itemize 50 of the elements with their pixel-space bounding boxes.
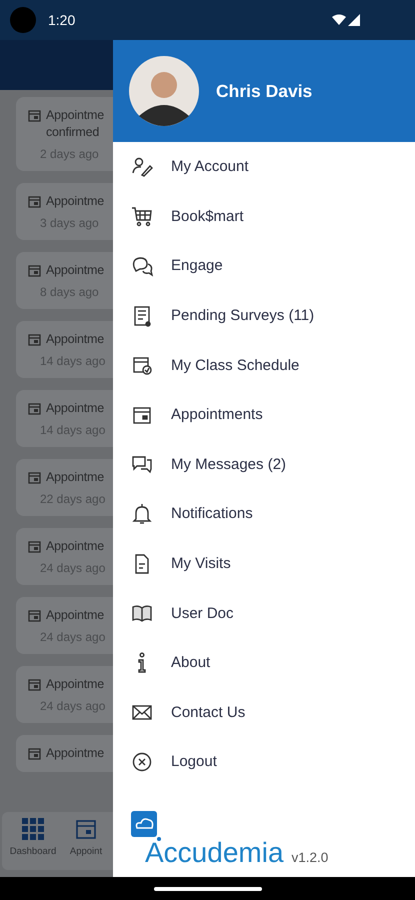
card-title: Appointme <box>46 400 104 417</box>
grid-icon <box>22 818 44 840</box>
menu-item[interactable]: Appointments <box>113 390 415 440</box>
calendar-icon <box>28 609 41 622</box>
menu-item[interactable]: Engage <box>113 241 415 291</box>
calendar-icon <box>28 471 41 484</box>
app-version: v1.2.0 <box>292 850 328 865</box>
menu-item[interactable]: Contact Us <box>113 688 415 738</box>
menu-item[interactable]: Pending Surveys (11) <box>113 290 415 340</box>
menu-item[interactable]: My Class Schedule <box>113 340 415 390</box>
person-pencil-icon <box>131 156 153 178</box>
cart-icon <box>131 205 153 228</box>
card-title: Appointme <box>46 469 104 486</box>
menu-item[interactable]: My Visits <box>113 538 415 588</box>
menu-item[interactable]: Notifications <box>113 489 415 539</box>
card-title: Appointme <box>46 193 104 210</box>
menu-item[interactable]: My Messages (2) <box>113 440 415 490</box>
menu-item[interactable]: Logout <box>113 737 415 787</box>
calendar-icon <box>28 540 41 553</box>
status-time: 1:20 <box>48 12 76 28</box>
calendar-icon <box>28 333 41 346</box>
card-title: Appointme <box>46 107 104 124</box>
bell-icon <box>131 502 153 525</box>
user-name: Chris Davis <box>216 80 312 102</box>
calendar-icon <box>28 747 41 760</box>
close-circle-icon <box>131 750 153 773</box>
home-handle[interactable] <box>154 886 262 890</box>
menu-item[interactable]: About <box>113 638 415 688</box>
card-title: Appointme <box>46 262 104 279</box>
app-logo: Accudemia <box>145 837 284 869</box>
card-title: Appointme <box>46 538 104 555</box>
menu-item[interactable]: Book$mart <box>113 192 415 242</box>
calendar-icon <box>75 818 97 840</box>
card-title: confirmed <box>46 124 100 141</box>
menu-item[interactable]: User Doc <box>113 588 415 638</box>
menu-item[interactable]: My Account <box>113 142 415 192</box>
calendar-icon <box>28 109 41 122</box>
calendar-icon <box>28 264 41 277</box>
card-title: Appointme <box>46 607 104 624</box>
wifi-signal-icon <box>331 13 361 27</box>
avatar <box>129 56 199 126</box>
camera-icon <box>10 7 36 33</box>
card-title: Appointme <box>46 745 104 762</box>
cloud-logo-icon <box>131 811 161 841</box>
card-title: Appointme <box>46 331 104 348</box>
calendar-icon <box>28 195 41 208</box>
calendar-icon <box>28 402 41 415</box>
chat-bubbles-icon <box>131 254 153 277</box>
calendar-icon <box>28 678 41 691</box>
card-title: Appointme <box>46 676 104 693</box>
